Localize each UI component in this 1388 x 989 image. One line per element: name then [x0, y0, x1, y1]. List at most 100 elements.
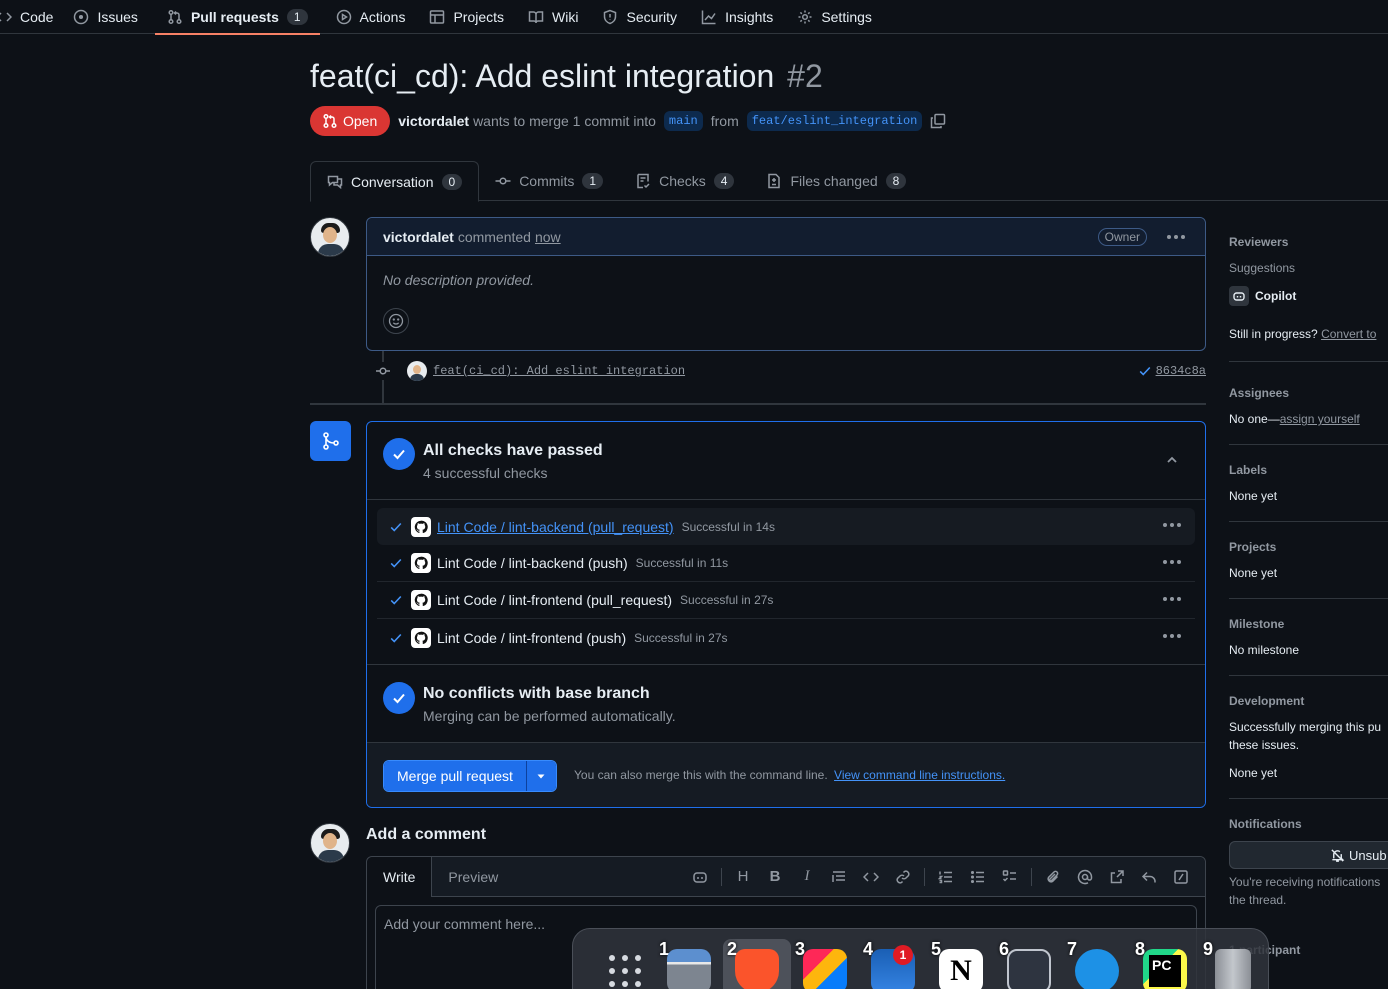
tab-projects-label: Projects — [453, 8, 505, 25]
chevron-up-icon[interactable] — [1165, 453, 1179, 467]
quote-icon[interactable] — [823, 861, 855, 893]
milestone-heading[interactable]: Milestone — [1229, 617, 1284, 631]
reply-icon[interactable] — [1133, 861, 1165, 893]
dock-item-files[interactable]: 1 — [655, 929, 723, 989]
labels-section: Labels None yet — [1229, 445, 1388, 522]
italic-icon[interactable]: I — [791, 861, 823, 893]
avatar[interactable] — [310, 823, 350, 863]
slash-command-icon[interactable] — [1165, 861, 1197, 893]
copilot-label: Copilot — [1255, 289, 1297, 303]
code-icon[interactable] — [855, 861, 887, 893]
pr-author-link[interactable]: victordalet — [398, 113, 469, 129]
tab-checks-label: Checks — [659, 173, 706, 189]
tab-actions[interactable]: Actions — [324, 0, 418, 34]
check-name-link[interactable]: Lint Code / lint-backend (pull_request) — [437, 519, 674, 535]
dock-item-monitor[interactable]: 6 — [995, 929, 1063, 989]
github-logo-icon — [411, 590, 431, 610]
comment-timestamp[interactable]: now — [535, 229, 561, 245]
copilot-icon[interactable] — [684, 861, 716, 893]
dock-item-mail[interactable]: 4 1 — [859, 929, 927, 989]
tab-insights[interactable]: Insights — [689, 0, 785, 34]
check-name-link[interactable]: Lint Code / lint-frontend (push) — [437, 630, 626, 646]
labels-heading[interactable]: Labels — [1229, 463, 1267, 477]
unsubscribe-button[interactable]: Unsub — [1229, 841, 1388, 869]
tab-projects[interactable]: Projects — [417, 0, 516, 34]
tab-commits[interactable]: Commits 1 — [479, 161, 619, 201]
unordered-list-icon[interactable] — [962, 861, 994, 893]
assign-yourself-link[interactable]: assign yourself — [1280, 412, 1360, 426]
copy-icon[interactable] — [930, 113, 946, 129]
merge-method-dropdown[interactable] — [525, 761, 556, 791]
head-branch[interactable]: feat/eslint_integration — [746, 111, 923, 131]
link-icon[interactable] — [887, 861, 919, 893]
check-row[interactable]: Lint Code / lint-backend (pull_request) … — [377, 508, 1195, 545]
toolbar-divider — [721, 867, 722, 886]
tab-checks[interactable]: Checks 4 — [619, 161, 750, 201]
tab-files-changed[interactable]: Files changed 8 — [750, 161, 922, 201]
projects-heading[interactable]: Projects — [1229, 540, 1276, 554]
commit-message-link[interactable]: feat(ci_cd): Add eslint integration — [433, 364, 685, 378]
tab-preview[interactable]: Preview — [432, 857, 514, 896]
dock-item-notion[interactable]: 5 N — [927, 929, 995, 989]
check-row[interactable]: Lint Code / lint-backend (push) Successf… — [377, 545, 1195, 582]
avatar[interactable] — [310, 217, 350, 257]
notifications-section: Notifications Unsub You're receiving not… — [1229, 799, 1388, 917]
check-row[interactable]: Lint Code / lint-frontend (push) Success… — [377, 619, 1195, 656]
tab-security[interactable]: Security — [590, 0, 689, 34]
pr-tabs: Conversation 0 Commits 1 Checks 4 Files … — [310, 161, 1388, 202]
kebab-horizontal-icon[interactable] — [1163, 634, 1181, 638]
assignees-heading[interactable]: Assignees — [1229, 386, 1289, 400]
kebab-horizontal-icon[interactable] — [1163, 597, 1181, 601]
development-heading[interactable]: Development — [1229, 694, 1304, 708]
convert-to-draft-link[interactable]: Convert to — [1321, 327, 1376, 341]
kebab-horizontal-icon[interactable] — [1163, 523, 1181, 527]
base-branch[interactable]: main — [663, 111, 703, 131]
dock-item-pycharm[interactable]: 8 PC — [1131, 929, 1199, 989]
dock-item-brave[interactable]: 2 — [723, 939, 791, 989]
timeline-divider — [310, 403, 1206, 405]
bold-icon[interactable]: B — [759, 861, 791, 893]
mention-icon[interactable] — [1069, 861, 1101, 893]
heading-icon[interactable]: H — [727, 861, 759, 893]
file-manager-icon — [667, 949, 711, 989]
check-circle-icon — [383, 438, 415, 470]
tab-code[interactable]: Code — [0, 0, 65, 34]
command-line-instructions-link[interactable]: View command line instructions. — [834, 768, 1005, 782]
reviewer-suggestion-copilot[interactable]: Copilot — [1229, 286, 1296, 306]
comment-action: commented — [457, 228, 531, 245]
system-monitor-icon — [1007, 949, 1051, 989]
check-icon — [389, 520, 403, 534]
check-row[interactable]: Lint Code / lint-frontend (pull_request)… — [377, 582, 1195, 619]
kebab-horizontal-icon[interactable] — [1163, 231, 1189, 243]
ordered-list-icon[interactable] — [930, 861, 962, 893]
avatar[interactable] — [407, 361, 427, 381]
kebab-horizontal-icon[interactable] — [1163, 560, 1181, 564]
commit-sha-link[interactable]: 8634c8a — [1138, 364, 1206, 378]
comment-author[interactable]: victordalet — [383, 229, 454, 245]
tab-pull-requests[interactable]: Pull requests 1 — [154, 0, 320, 35]
dock-item-docker[interactable]: 7 — [1063, 929, 1131, 989]
task-list-icon[interactable] — [994, 861, 1026, 893]
triangle-down-icon — [536, 771, 546, 781]
add-reaction-button[interactable] — [383, 308, 409, 334]
tab-conversation[interactable]: Conversation 0 — [310, 161, 480, 202]
check-name-link[interactable]: Lint Code / lint-frontend (pull_request) — [437, 592, 672, 608]
pycharm-logo-text: PC — [1149, 955, 1181, 987]
check-name-link[interactable]: Lint Code / lint-backend (push) — [437, 555, 628, 571]
dock-item-toolbox[interactable]: 3 — [791, 929, 859, 989]
tab-settings[interactable]: Settings — [785, 0, 884, 34]
paperclip-icon[interactable] — [1037, 861, 1069, 893]
play-icon — [336, 9, 352, 25]
check-circle-icon — [383, 682, 415, 714]
merge-pull-request-button[interactable]: Merge pull request — [384, 761, 526, 791]
reviewers-heading[interactable]: Reviewers — [1229, 235, 1288, 249]
checks-summary[interactable]: All checks have passed 4 successful chec… — [367, 422, 1205, 500]
tab-issues[interactable]: Issues — [65, 0, 149, 34]
comment-body: No description provided. — [383, 272, 534, 288]
tab-wiki[interactable]: Wiki — [516, 0, 590, 34]
dock-item-trash[interactable]: 9 — [1199, 929, 1267, 989]
conversation-count: 0 — [441, 173, 463, 190]
tab-write[interactable]: Write — [367, 857, 433, 897]
cross-reference-icon[interactable] — [1101, 861, 1133, 893]
show-apps-button[interactable] — [595, 929, 655, 989]
